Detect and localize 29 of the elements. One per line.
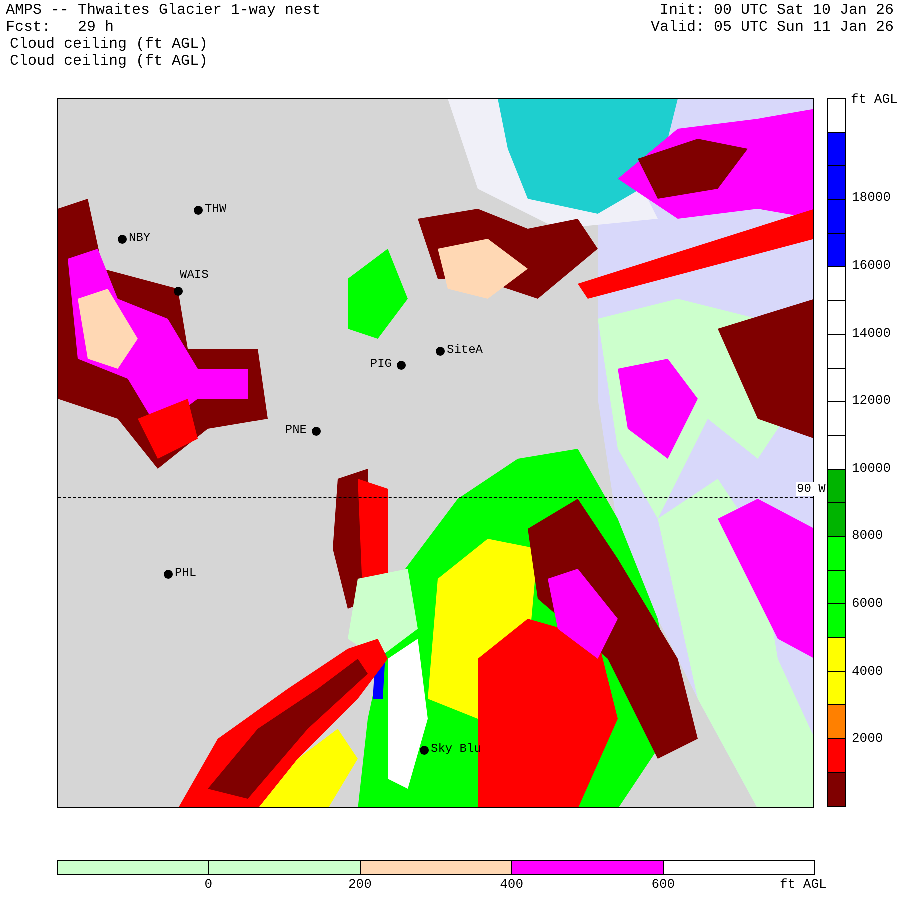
colorbar-tick-label: 8000 — [852, 529, 884, 544]
colorbar-tick-label: 0 — [204, 878, 212, 892]
valid-time: Valid: 05 UTC Sun 11 Jan 26 — [650, 19, 894, 36]
field-name: Cloud ceiling (ft AGL) — [10, 36, 210, 53]
station-label: THW — [205, 203, 227, 216]
colorbar-tick-label: 14000 — [852, 326, 892, 341]
colorbar-tick-label: 6000 — [852, 597, 884, 611]
colorbar-tick-label: 200 — [348, 878, 372, 892]
station-label: WAIS — [180, 269, 209, 282]
colorbar-tick-label: 600 — [652, 878, 676, 892]
plot-title: AMPS -- Thwaites Glacier 1-way nest — [6, 2, 322, 19]
station-label: PNE — [285, 424, 307, 437]
station-label: NBY — [129, 232, 151, 245]
colorbar-units: ft AGL — [780, 878, 827, 892]
meridian-label: 90 W — [796, 482, 827, 496]
init-time: Init: 00 UTC Sat 10 Jan 26 — [660, 2, 894, 19]
field-name: Cloud ceiling (ft AGL) — [10, 53, 210, 70]
colorbar-tick-label: 16000 — [852, 259, 892, 273]
station-label: PHL — [175, 567, 197, 580]
colorbar-tick-label: 18000 — [852, 191, 892, 206]
station-label: SiteA — [447, 344, 484, 357]
forecast-hour: Fcst: 29 h — [6, 19, 116, 36]
colorbar-tick-label: 2000 — [852, 732, 884, 746]
colorbar-units: ft AGL — [851, 92, 898, 107]
colorbar-tick-label: 400 — [500, 878, 524, 892]
station-label: PIG — [370, 358, 392, 371]
colorbar-tick-label: 4000 — [852, 664, 884, 679]
colorbar-tick-label: 12000 — [852, 394, 892, 408]
colorbar-tick-label: 10000 — [852, 462, 892, 476]
